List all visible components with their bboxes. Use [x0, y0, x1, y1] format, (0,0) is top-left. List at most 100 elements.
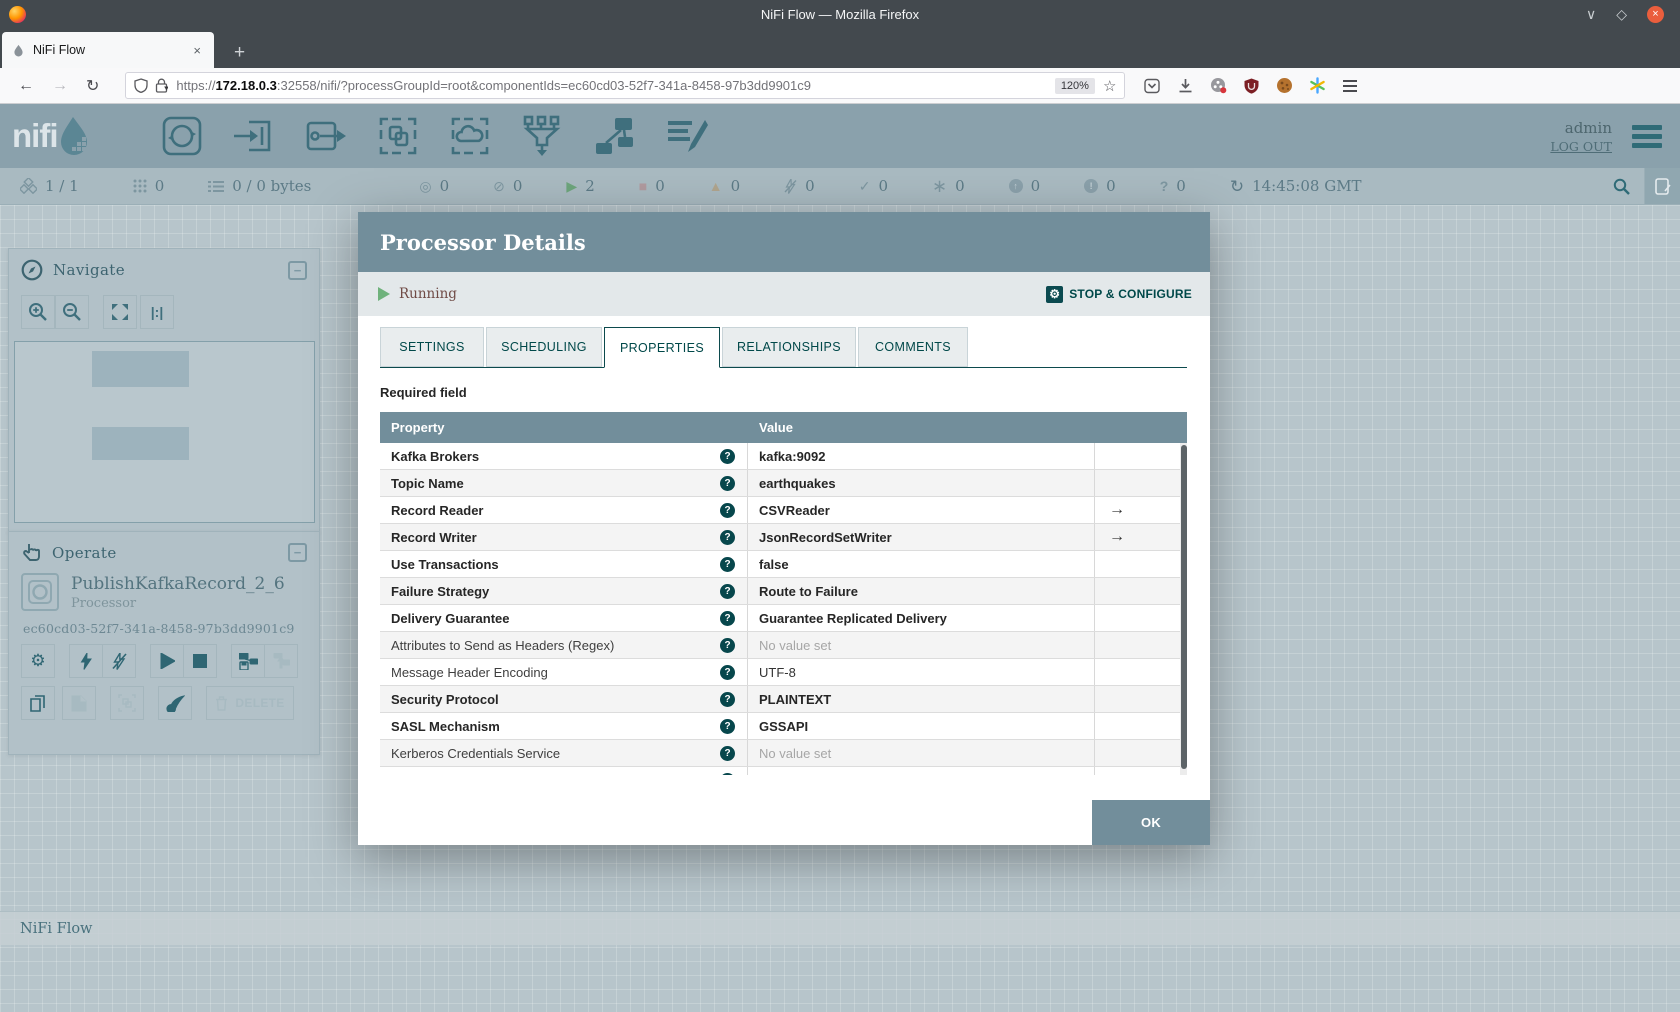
- ublock-shield-icon[interactable]: [1242, 77, 1260, 95]
- logout-link[interactable]: LOG OUT: [1550, 139, 1612, 154]
- window-minimize-button[interactable]: ∨: [1586, 7, 1596, 21]
- help-icon[interactable]: ?: [720, 637, 735, 653]
- forward-icon: →: [52, 76, 68, 94]
- help-icon[interactable]: ?: [720, 745, 735, 761]
- input-port-component-icon[interactable]: [229, 111, 279, 161]
- page-zoom-button[interactable]: 120%: [1054, 77, 1095, 94]
- help-icon[interactable]: ?: [720, 583, 735, 599]
- navigate-collapse-button[interactable]: −: [288, 260, 307, 280]
- status-transmitting: ◎ 0: [419, 177, 450, 195]
- help-icon[interactable]: ?: [720, 664, 735, 680]
- table-scrollbar[interactable]: [1180, 443, 1187, 775]
- search-icon[interactable]: [1599, 178, 1644, 195]
- invalid-icon: ▲: [708, 178, 723, 194]
- ok-button[interactable]: OK: [1092, 800, 1210, 845]
- tab-comments[interactable]: COMMENTS: [858, 327, 968, 367]
- connection-lock-icon[interactable]: [155, 78, 169, 93]
- column-property: Property: [391, 420, 445, 435]
- window-titlebar: NiFi Flow — Mozilla Firefox ∨ ◇ ×: [0, 0, 1680, 28]
- help-icon[interactable]: ?: [720, 718, 735, 734]
- zoom-in-button[interactable]: [21, 295, 55, 329]
- url-text: https://172.18.0.3:32558/nifi/?processGr…: [176, 78, 812, 93]
- status-refresh[interactable]: ↻ 14:45:08 GMT: [1230, 177, 1362, 195]
- funnel-component-icon[interactable]: [517, 111, 567, 161]
- tab-close-icon[interactable]: ×: [190, 43, 204, 58]
- stop-and-configure-button[interactable]: ⚙ STOP & CONFIGURE: [1046, 285, 1192, 303]
- configure-button[interactable]: ⚙: [21, 644, 55, 678]
- last-refresh-time: 14:45:08 GMT: [1252, 177, 1362, 195]
- operate-collapse-button[interactable]: −: [288, 543, 307, 562]
- downloads-icon[interactable]: [1176, 77, 1194, 95]
- go-to-service-icon[interactable]: →: [1109, 528, 1125, 546]
- window-close-button[interactable]: ×: [1647, 5, 1664, 23]
- process-group-component-icon[interactable]: [373, 111, 423, 161]
- properties-table-body: Kafka Brokers? kafka:9092 Topic Name? ea…: [380, 443, 1187, 775]
- table-row: Attributes to Send as Headers (Regex)? N…: [380, 632, 1187, 659]
- template-component-icon[interactable]: [589, 111, 639, 161]
- tracking-shield-icon[interactable]: [134, 78, 149, 93]
- table-row: Failure Strategy? Route to Failure: [380, 578, 1187, 605]
- label-component-icon[interactable]: [661, 111, 711, 161]
- bookmark-star-icon[interactable]: ☆: [1103, 77, 1116, 95]
- running-icon: ▶: [566, 178, 578, 194]
- help-icon[interactable]: ?: [720, 610, 735, 626]
- refresh-icon[interactable]: ↻: [1230, 178, 1244, 195]
- help-icon[interactable]: ?: [720, 448, 735, 464]
- window-maximize-button[interactable]: ◇: [1616, 7, 1627, 21]
- zoom-actual-size-button[interactable]: |:|: [140, 295, 174, 329]
- dialog-status-row: Running ⚙ STOP & CONFIGURE: [358, 272, 1210, 316]
- help-icon[interactable]: ?: [720, 475, 735, 491]
- table-scrollbar-thumb[interactable]: [1180, 445, 1187, 769]
- output-port-component-icon[interactable]: [301, 111, 351, 161]
- url-bar[interactable]: https://172.18.0.3:32558/nifi/?processGr…: [125, 72, 1126, 99]
- remote-process-group-component-icon[interactable]: [445, 111, 495, 161]
- running-triangle-icon: [378, 287, 390, 301]
- pocket-icon[interactable]: [1143, 77, 1161, 95]
- stop-button[interactable]: [183, 644, 217, 678]
- stopped-icon: ■: [638, 178, 648, 194]
- disable-button[interactable]: [102, 644, 136, 678]
- enable-button[interactable]: [69, 644, 103, 678]
- global-menu-icon[interactable]: [1632, 124, 1662, 148]
- breadcrumb[interactable]: NiFi Flow: [20, 921, 92, 937]
- help-icon[interactable]: ?: [720, 502, 735, 518]
- required-field-label: Required field: [380, 385, 467, 400]
- go-to-service-icon[interactable]: →: [1109, 501, 1125, 519]
- nifi-logo: nifi: [12, 115, 127, 157]
- tab-strip: NiFi Flow × +: [0, 28, 1680, 68]
- compass-icon: [21, 259, 43, 281]
- selected-component-type: Processor: [71, 595, 137, 611]
- dialog-header: Processor Details: [358, 212, 1210, 272]
- browser-tab[interactable]: NiFi Flow ×: [2, 32, 214, 68]
- zoom-fit-button[interactable]: [103, 295, 137, 329]
- new-tab-button[interactable]: +: [228, 42, 251, 68]
- back-icon[interactable]: ←: [18, 77, 34, 95]
- breadcrumb-bar: NiFi Flow: [0, 911, 1680, 945]
- copy-button[interactable]: [21, 686, 55, 720]
- tab-relationships[interactable]: RELATIONSHIPS: [722, 327, 856, 367]
- fill-color-brush-button[interactable]: [158, 686, 192, 720]
- minimap-component: [92, 427, 189, 460]
- table-row: Use Transactions? false: [380, 551, 1187, 578]
- tab-settings[interactable]: SETTINGS: [380, 327, 484, 367]
- tab-scheduling[interactable]: SCHEDULING: [486, 327, 602, 367]
- help-icon[interactable]: ?: [720, 691, 735, 707]
- reload-icon[interactable]: ↻: [86, 76, 99, 96]
- extension-generic-icon[interactable]: [1209, 77, 1227, 95]
- birdseye-minimap[interactable]: [14, 341, 315, 523]
- create-template-button[interactable]: [231, 644, 265, 678]
- tab-properties[interactable]: PROPERTIES: [604, 327, 720, 368]
- processor-component-icon[interactable]: [157, 111, 207, 161]
- properties-table-header: Property Value: [380, 412, 1187, 443]
- birdseye-toggle-button[interactable]: [1644, 168, 1680, 204]
- help-icon[interactable]: ?: [720, 556, 735, 572]
- colorful-asterisk-extension-icon[interactable]: [1308, 77, 1326, 95]
- browser-menu-icon[interactable]: [1341, 77, 1359, 95]
- cookie-extension-icon[interactable]: [1275, 77, 1293, 95]
- help-icon[interactable]: ?: [720, 529, 735, 545]
- help-icon[interactable]: ?: [720, 772, 735, 775]
- start-button[interactable]: [150, 644, 184, 678]
- table-row: Record Reader? CSVReader →: [380, 497, 1187, 524]
- status-disabled: 0: [784, 177, 815, 195]
- zoom-out-button[interactable]: [55, 295, 89, 329]
